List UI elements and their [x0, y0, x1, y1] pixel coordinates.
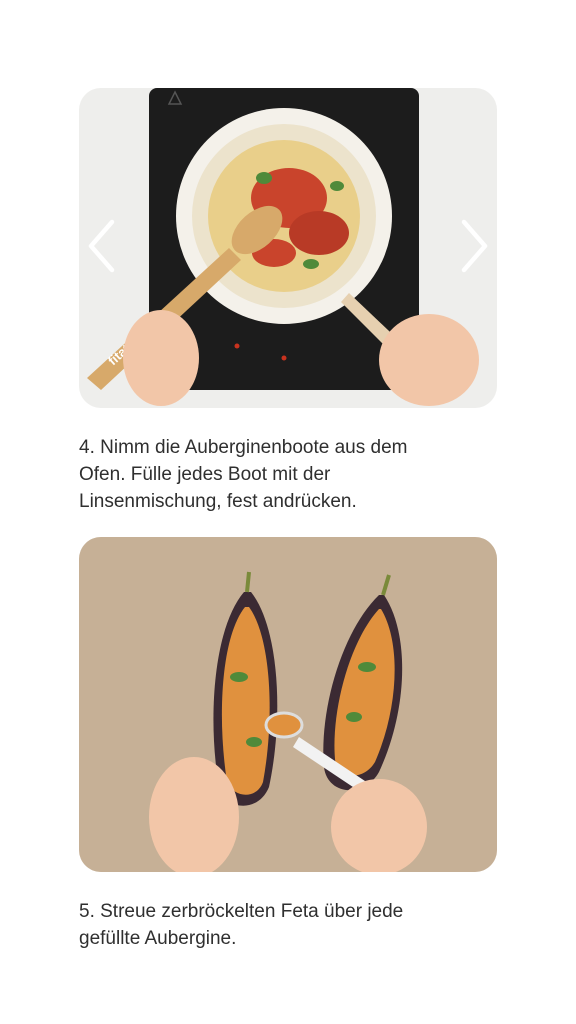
- chevron-right-icon: [461, 219, 488, 273]
- step-4-image: fitatu: [79, 88, 497, 408]
- chevron-left-icon: [88, 219, 115, 273]
- step-5-instruction: 5. Streue zerbröckelten Feta über jede g…: [79, 901, 404, 949]
- carousel-next-button[interactable]: [455, 206, 491, 286]
- carousel-prev-button[interactable]: [85, 206, 121, 286]
- step-4-instruction: 4. Nimm die Auberginenboote aus dem Ofen…: [79, 437, 408, 512]
- stuffed-eggplant-illustration: [79, 537, 497, 872]
- step-5-image: [79, 537, 497, 872]
- pan-cooking-illustration: fitatu: [79, 88, 497, 408]
